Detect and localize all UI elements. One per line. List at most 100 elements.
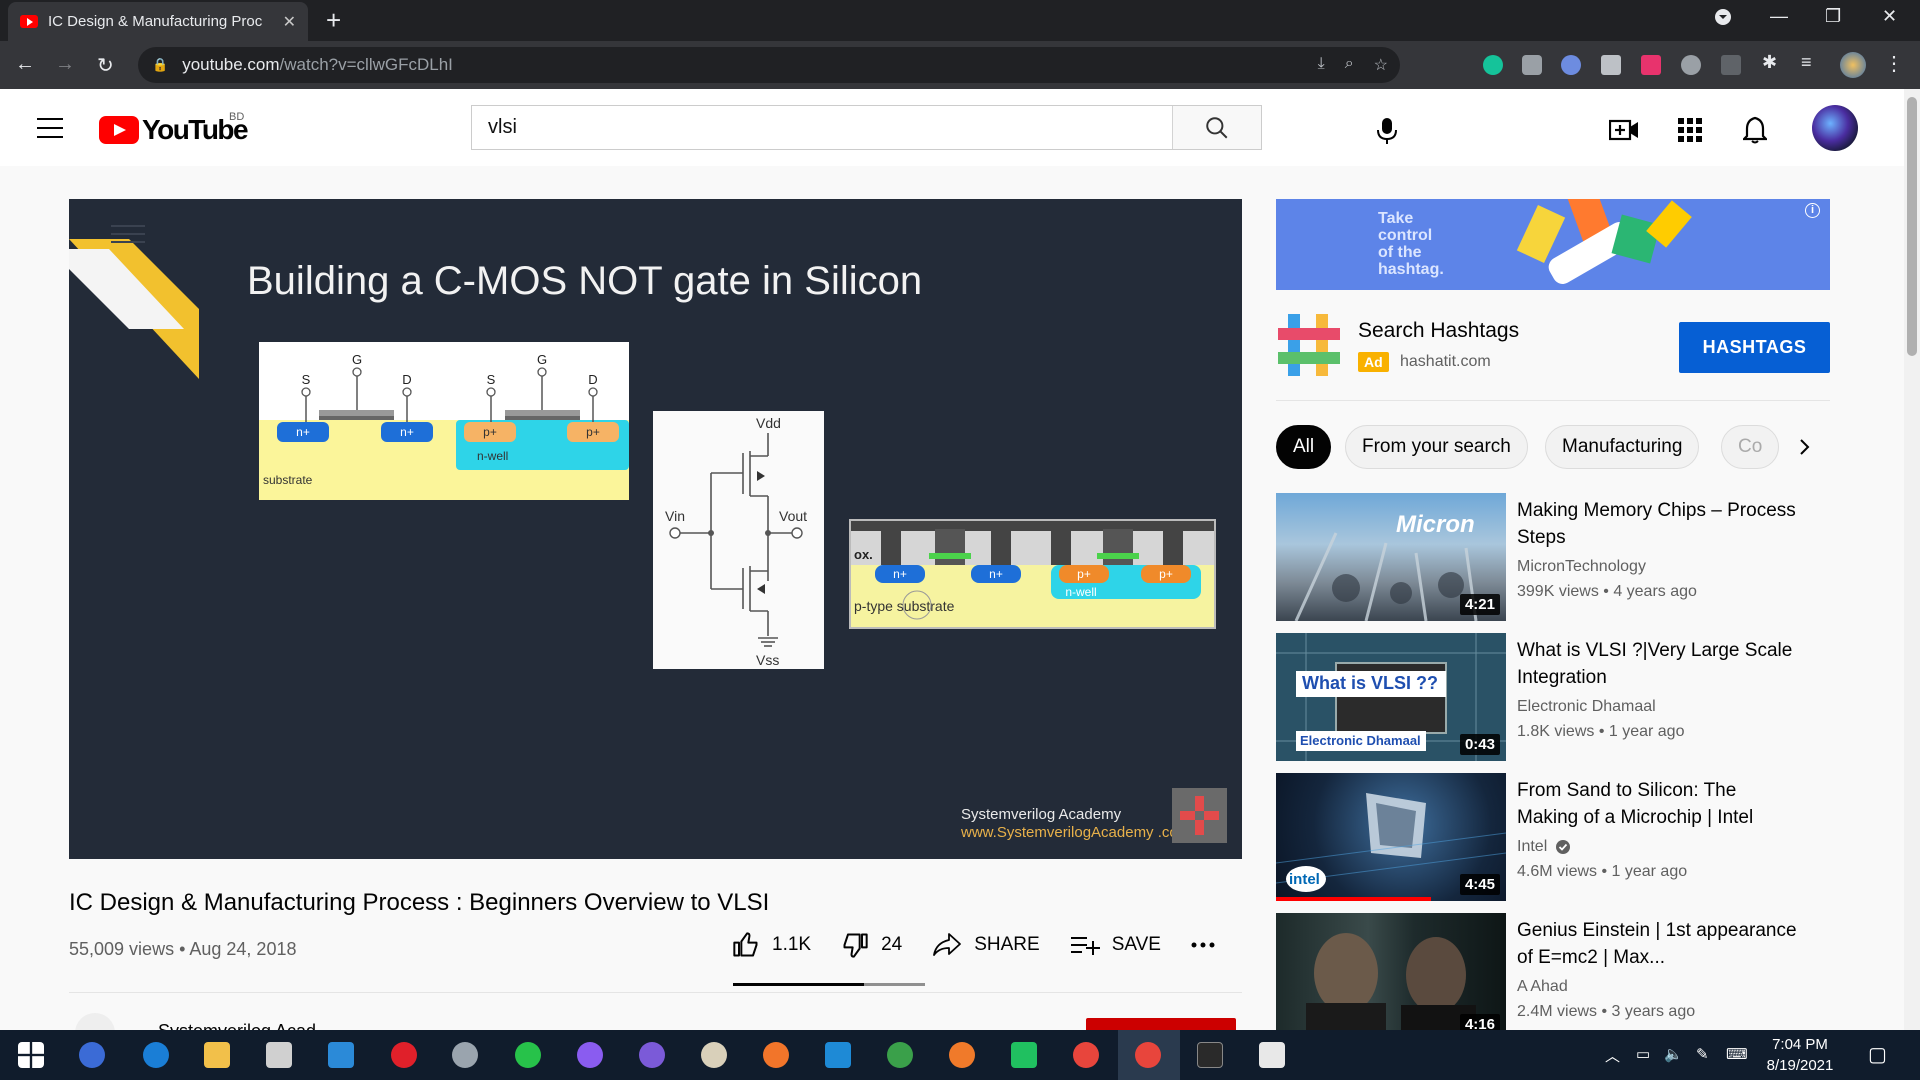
search-button[interactable] xyxy=(1172,106,1261,149)
camera-extension-icon[interactable] xyxy=(1522,55,1542,75)
mail-icon[interactable] xyxy=(328,1042,354,1068)
recommendation-title[interactable]: Genius Einstein | 1st appearance of E=mc… xyxy=(1517,917,1797,971)
recommendation-channel[interactable]: A Ahad xyxy=(1517,978,1568,996)
search-input[interactable] xyxy=(472,106,1172,149)
minimize-icon[interactable]: — xyxy=(1770,6,1788,27)
zoom-icon[interactable]: ⌕ xyxy=(1345,55,1354,75)
tab-close-icon[interactable]: ✕ xyxy=(283,12,296,32)
page-scrollbar[interactable] xyxy=(1904,89,1920,1030)
download-extension-icon[interactable] xyxy=(1681,55,1701,75)
ad-banner[interactable]: Take control of the hashtag. i xyxy=(1276,199,1830,290)
windows-start-icon[interactable] xyxy=(18,1042,44,1068)
youtube-logo[interactable]: YouTube BD xyxy=(99,111,249,146)
more-actions-button[interactable] xyxy=(1191,942,1227,948)
network-icon[interactable]: ▭ xyxy=(1636,1045,1650,1063)
chip-more[interactable]: Co xyxy=(1721,425,1780,469)
file-explorer-icon[interactable] xyxy=(204,1042,230,1068)
create-video-button[interactable] xyxy=(1607,113,1641,147)
address-bar[interactable]: 🔒 youtube.com/watch?v=cllwGFcDLhI ⤓ ⌕ ☆ xyxy=(138,47,1400,83)
player-menu-icon[interactable] xyxy=(111,225,145,243)
chrome-menu-icon[interactable]: ⋮ xyxy=(1884,51,1904,75)
microsoft-store-icon[interactable] xyxy=(266,1042,292,1068)
video-thumbnail[interactable]: 4:16 xyxy=(1276,913,1506,1030)
browser-tab-active[interactable]: IC Design & Manufacturing Proc ✕ xyxy=(8,2,308,41)
back-icon[interactable]: ← xyxy=(15,53,35,76)
terminal-icon[interactable] xyxy=(1197,1042,1223,1068)
chrome-icon[interactable] xyxy=(1073,1042,1099,1068)
share-button[interactable]: SHARE xyxy=(932,932,1040,958)
messenger-icon[interactable] xyxy=(577,1042,603,1068)
profile-avatar[interactable] xyxy=(1840,52,1866,78)
tray-expand-icon[interactable]: ︿ xyxy=(1605,1045,1620,1066)
apps-button[interactable] xyxy=(1673,113,1707,147)
new-tab-button[interactable]: + xyxy=(326,6,341,34)
video-thumbnail[interactable]: intel 4:45 xyxy=(1276,773,1506,901)
notification-center-icon[interactable]: ▢ xyxy=(1868,1042,1887,1067)
extension-icon[interactable] xyxy=(1641,55,1661,75)
extension-icon[interactable] xyxy=(1721,55,1741,75)
app-icon[interactable] xyxy=(1259,1042,1285,1068)
recommendation-item[interactable]: intel 4:45 From Sand to Silicon: The Mak… xyxy=(1276,773,1830,901)
install-icon[interactable]: ⤓ xyxy=(1318,55,1325,75)
extensions-puzzle-icon[interactable]: ✱ xyxy=(1762,52,1782,72)
qbittorrent-icon[interactable] xyxy=(79,1042,105,1068)
edge-browser-icon[interactable] xyxy=(143,1042,169,1068)
chip-manufacturing[interactable]: Manufacturing xyxy=(1545,425,1700,469)
grammarly-extension-icon[interactable] xyxy=(1483,55,1503,75)
volume-icon[interactable]: 🔈 xyxy=(1664,1045,1683,1063)
voice-search-button[interactable] xyxy=(1367,111,1407,151)
app-icon[interactable] xyxy=(887,1042,913,1068)
paint-app-icon[interactable] xyxy=(701,1042,727,1068)
menu-icon[interactable] xyxy=(37,118,63,138)
tab-search-icon[interactable] xyxy=(1714,8,1732,31)
recommendation-title[interactable]: What is VLSI ?|Very Large Scale Integrat… xyxy=(1517,637,1797,691)
save-button[interactable]: SAVE xyxy=(1070,933,1161,957)
notifications-button[interactable] xyxy=(1738,113,1772,147)
video-thumbnail[interactable]: What is VLSI ?? Electronic Dhamaal 0:43 xyxy=(1276,633,1506,761)
chip-from-your-search[interactable]: From your search xyxy=(1345,425,1528,469)
pen-icon[interactable]: ✎ xyxy=(1696,1045,1709,1063)
like-button[interactable]: 1.1K xyxy=(732,931,811,959)
keyboard-icon[interactable]: ⌨ xyxy=(1726,1045,1748,1063)
chip-all[interactable]: All xyxy=(1276,425,1332,469)
scrollbar-thumb[interactable] xyxy=(1907,97,1917,356)
reading-list-icon[interactable]: ≡ xyxy=(1801,52,1821,72)
firefox-icon[interactable] xyxy=(763,1042,789,1068)
dislike-button[interactable]: 24 xyxy=(841,931,902,959)
video-thumbnail[interactable]: Micron 4:21 xyxy=(1276,493,1506,621)
channel-name[interactable]: Systemverilog Acad... xyxy=(158,1021,331,1030)
recommendation-title[interactable]: Making Memory Chips – Process Steps xyxy=(1517,497,1797,551)
subscribe-button[interactable] xyxy=(1086,1018,1236,1030)
recommendation-title[interactable]: From Sand to Silicon: The Making of a Mi… xyxy=(1517,777,1797,831)
ad-card[interactable]: Search Hashtags Ad hashatit.com HASHTAGS xyxy=(1276,312,1830,387)
channel-avatar[interactable] xyxy=(75,1013,115,1030)
channel-watermark-logo[interactable] xyxy=(1172,788,1227,843)
recommendation-item[interactable]: 4:16 Genius Einstein | 1st appearance of… xyxy=(1276,913,1830,1030)
recommendation-item[interactable]: Micron 4:21 Making Memory Chips – Proces… xyxy=(1276,493,1830,621)
recommendation-channel[interactable]: Intel xyxy=(1517,838,1571,856)
ad-cta-button[interactable]: HASHTAGS xyxy=(1679,322,1830,373)
extension-icon[interactable] xyxy=(1601,55,1621,75)
system-clock[interactable]: 7:04 PM 8/19/2021 xyxy=(1760,1034,1840,1076)
extension-icon[interactable] xyxy=(1561,55,1581,75)
opera-browser-icon[interactable] xyxy=(391,1042,417,1068)
github-icon[interactable] xyxy=(639,1042,665,1068)
video-player[interactable]: Building a C-MOS NOT gate in Silicon S G… xyxy=(69,199,1242,859)
ad-info-icon[interactable]: i xyxy=(1805,203,1820,218)
bookmark-star-icon[interactable]: ☆ xyxy=(1374,55,1388,75)
chips-next-button[interactable] xyxy=(1780,425,1830,469)
close-window-icon[interactable]: ✕ xyxy=(1882,6,1897,27)
satellite-app-icon[interactable] xyxy=(452,1042,478,1068)
pycharm-icon[interactable] xyxy=(1011,1042,1037,1068)
recommendation-channel[interactable]: MicronTechnology xyxy=(1517,558,1646,576)
whatsapp-icon[interactable] xyxy=(515,1042,541,1068)
app-icon[interactable] xyxy=(949,1042,975,1068)
reload-icon[interactable]: ↻ xyxy=(97,53,114,78)
recommendation-item[interactable]: What is VLSI ?? Electronic Dhamaal 0:43 … xyxy=(1276,633,1830,761)
maximize-icon[interactable]: ❐ xyxy=(1825,6,1841,27)
forward-icon[interactable]: → xyxy=(55,53,75,76)
account-avatar[interactable] xyxy=(1812,105,1858,151)
recommendation-channel[interactable]: Electronic Dhamaal xyxy=(1517,698,1656,716)
chrome-active-icon[interactable] xyxy=(1135,1042,1161,1068)
vscode-icon[interactable] xyxy=(825,1042,851,1068)
